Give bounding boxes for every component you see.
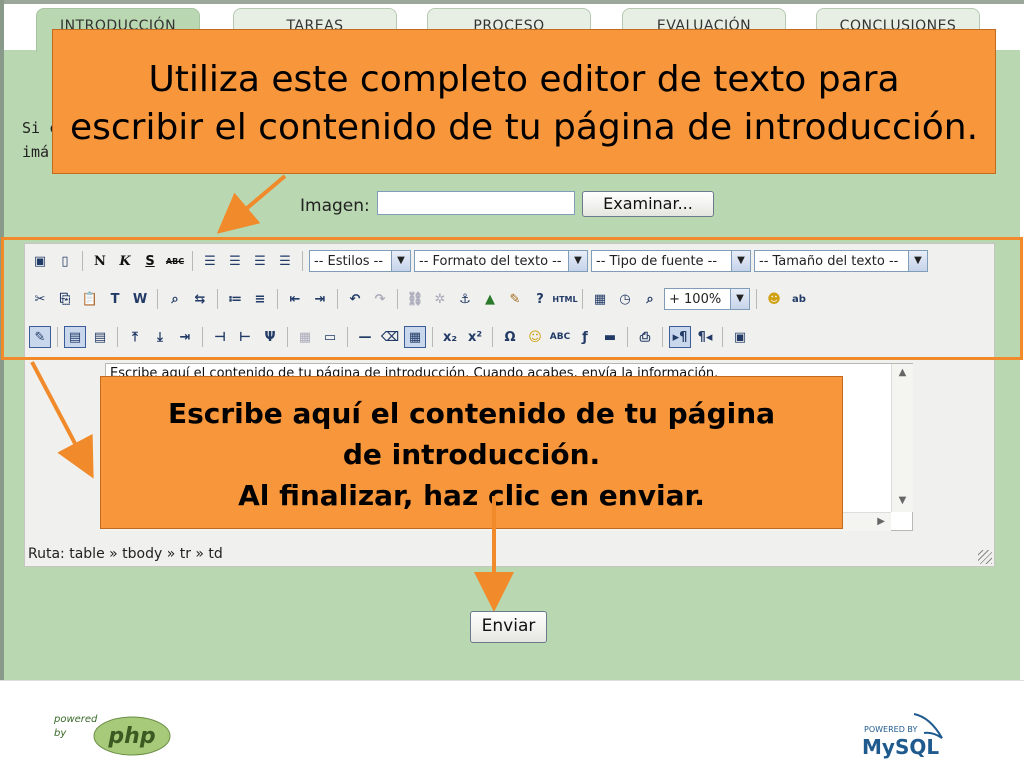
footer-divider [0,680,1024,681]
send-button[interactable]: Enviar [470,611,547,643]
arrow-to-content [30,361,94,479]
mysql-powered-text: POWERED BY [864,725,917,734]
php-logo-text: php [107,724,155,749]
php-powered-text: powered [53,714,98,725]
php-by-text: by [54,728,67,739]
mysql-logo-text: MySQL [862,735,939,759]
annotation-arrows [30,174,514,612]
arrow-to-toolbar [216,174,287,234]
mysql-logo: POWERED BY MySQL [862,713,943,759]
php-logo: powered by php [53,714,171,756]
